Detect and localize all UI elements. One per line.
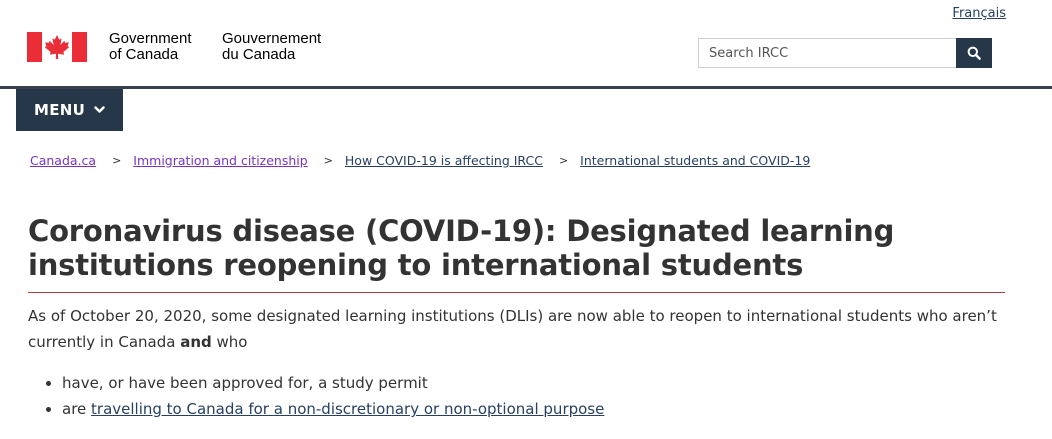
breadcrumb-covid-ircc[interactable]: How COVID-19 is affecting IRCC — [345, 153, 543, 168]
brand-french: Gouvernement du Canada — [222, 31, 321, 63]
non-discretionary-travel-link[interactable]: travelling to Canada for a non-discretio… — [91, 400, 604, 418]
language-toggle-link[interactable]: Français — [952, 6, 1006, 21]
breadcrumb-separator: > — [323, 154, 333, 167]
search-input[interactable] — [698, 38, 956, 68]
breadcrumb-canada-ca[interactable]: Canada.ca — [30, 153, 96, 168]
title-underline — [28, 292, 1005, 293]
intro-paragraph: As of October 20, 2020, some designated … — [28, 303, 1018, 355]
brand-fr-line-1: Gouvernement — [222, 30, 322, 47]
government-of-canada-signature[interactable]: Government of Canada Gouvernement du Can… — [27, 31, 321, 63]
page-title: Coronavirus disease (COVID-19): Designat… — [28, 214, 895, 282]
breadcrumb: Canada.ca > Immigration and citizenship … — [30, 153, 810, 168]
breadcrumb-separator: > — [112, 154, 122, 167]
breadcrumb-immigration-citizenship[interactable]: Immigration and citizenship — [133, 153, 307, 168]
list-item: are travelling to Canada for a non-discr… — [46, 396, 604, 422]
brand-en-line-2: of Canada — [109, 46, 179, 63]
menu-button[interactable]: MENU — [16, 89, 123, 131]
menu-label: MENU — [34, 101, 86, 119]
breadcrumb-separator: > — [558, 154, 569, 167]
conditions-list: have, or have been approved for, a study… — [46, 370, 604, 422]
chevron-down-icon — [94, 106, 105, 114]
intro-text-start: As of October 20, 2020, some designated … — [28, 307, 997, 351]
search-icon — [967, 46, 981, 60]
brand-english: Government of Canada — [109, 31, 204, 63]
brand-fr-line-2: du Canada — [222, 46, 296, 63]
list-item-text: have, or have been approved for, a study… — [62, 374, 428, 392]
search-button[interactable] — [956, 38, 992, 68]
intro-text-end: who — [211, 333, 248, 351]
canada-flag-icon — [27, 32, 87, 62]
header-divider — [0, 86, 1052, 89]
brand-en-line-1: Government — [109, 30, 192, 47]
list-item: have, or have been approved for, a study… — [46, 370, 604, 396]
search-form — [698, 38, 992, 68]
list-item-prefix: are — [62, 400, 92, 418]
intro-bold-and: and — [180, 333, 212, 351]
breadcrumb-international-students[interactable]: International students and COVID-19 — [580, 153, 810, 168]
